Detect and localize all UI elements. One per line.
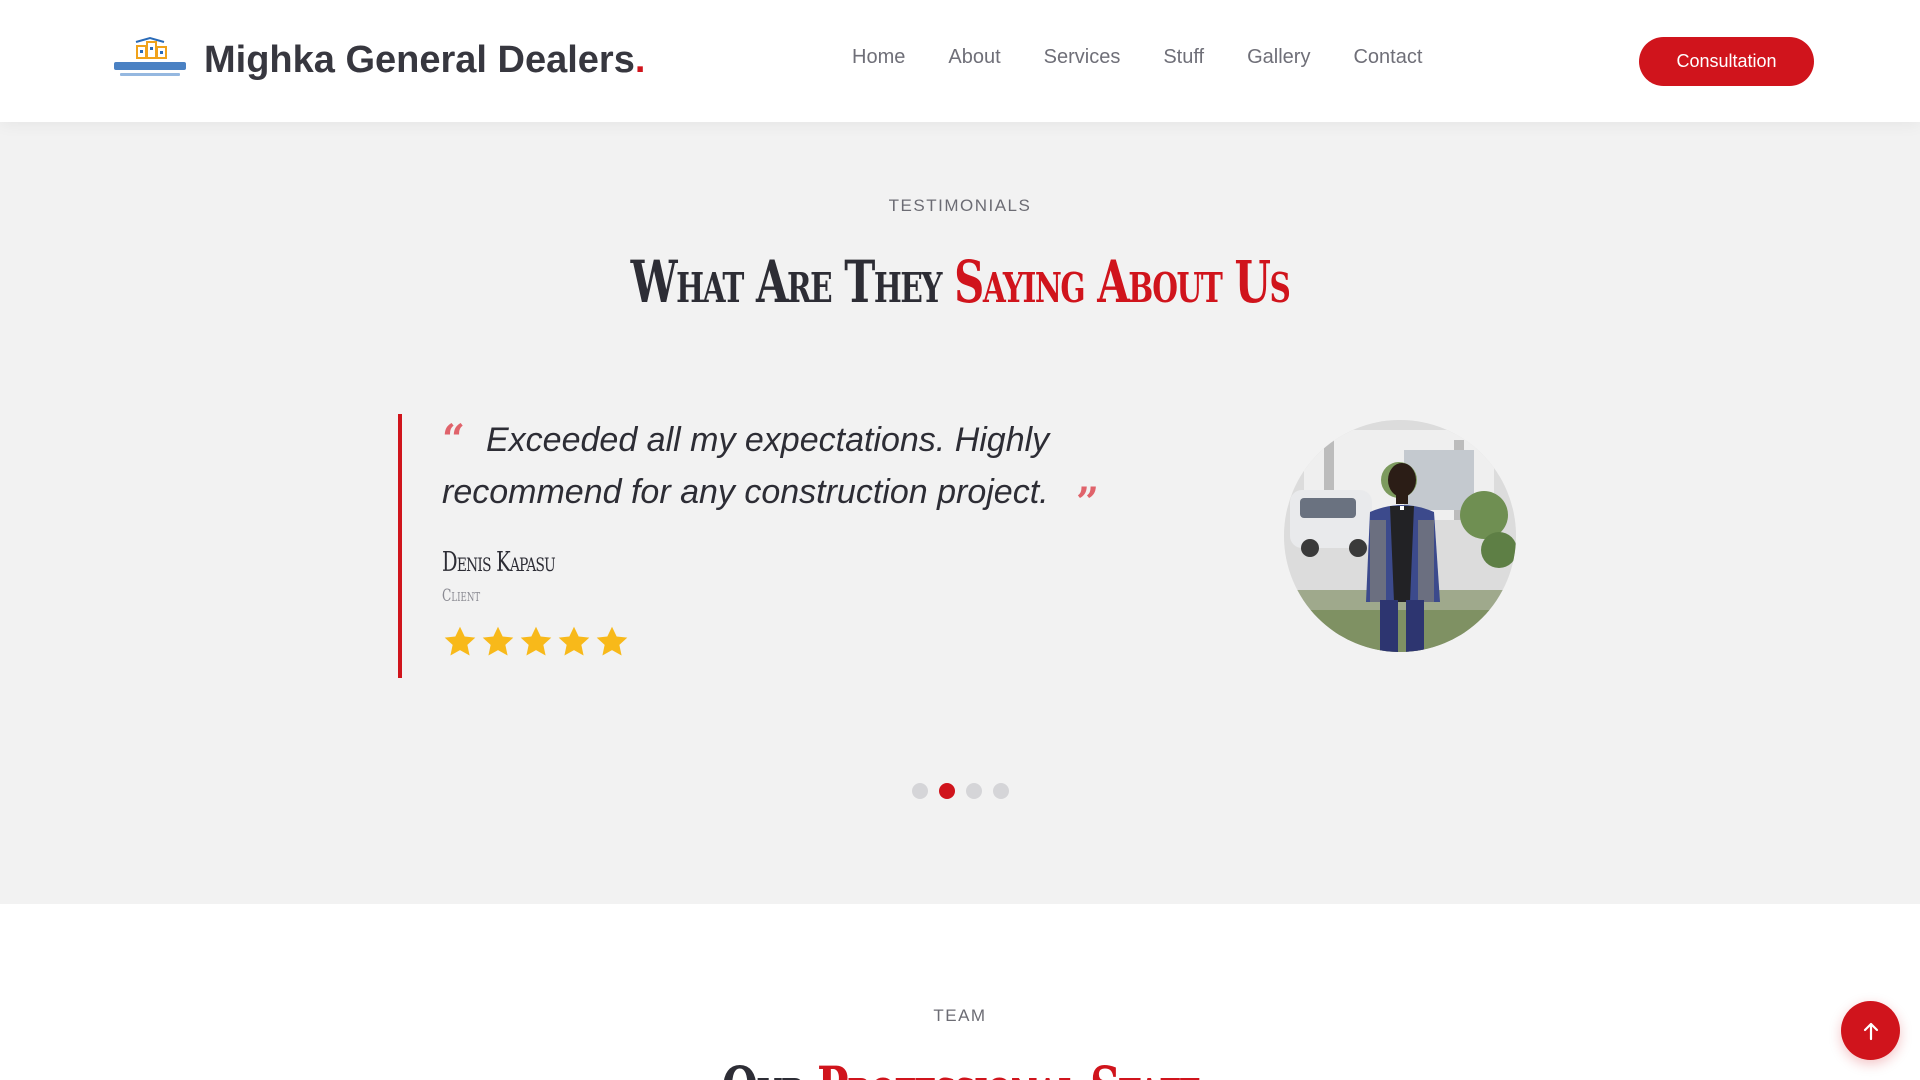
testimonials-section: TESTIMONIALS What Are They Saying About … [0, 122, 1920, 904]
team-section: TEAM Our Professional Staff [0, 904, 1920, 1080]
slider-dot[interactable] [938, 783, 955, 799]
nav-about[interactable]: About [948, 46, 1000, 69]
main-nav: Home About Services Stuff Gallery Contac… [852, 46, 1422, 69]
brand-name: Mighka General Dealers [204, 38, 635, 81]
client-name: Denis Kapasu [442, 547, 556, 578]
nav-services[interactable]: Services [1044, 46, 1121, 69]
slider-dot[interactable] [965, 783, 982, 799]
testimonials-title: What Are They Saying About Us [269, 248, 1651, 316]
star-icon [558, 626, 590, 656]
team-title-accent: Professional Staff [817, 1054, 1200, 1080]
testimonials-title-main: What Are They [630, 248, 955, 316]
star-icon [520, 626, 552, 656]
team-title-main: Our [722, 1054, 817, 1080]
client-photo [1284, 420, 1516, 652]
back-to-top-button[interactable] [1841, 1001, 1900, 1060]
team-title: Our Professional Staff [269, 1054, 1651, 1080]
nav-home[interactable]: Home [852, 46, 905, 69]
client-role: Client [442, 586, 481, 606]
logo-link[interactable]: Mighka General Dealers. [110, 36, 645, 84]
testimonials-eyebrow: TESTIMONIALS [888, 196, 1032, 215]
quote-close-icon: ” [1076, 479, 1100, 526]
slider-dots [0, 783, 1920, 799]
mighka-logo-icon [114, 36, 186, 76]
site-header: Mighka General Dealers. Home About Servi… [0, 0, 1920, 122]
nav-gallery[interactable]: Gallery [1247, 46, 1310, 69]
nav-contact[interactable]: Contact [1353, 46, 1422, 69]
testimonials-title-accent: Saying About Us [954, 248, 1291, 316]
star-icon [444, 626, 476, 656]
star-icon [596, 626, 628, 656]
star-rating [442, 624, 630, 660]
testimonial-quote: Exceeded all my expectations. Highly rec… [442, 421, 1050, 511]
arrow-up-icon [1863, 1022, 1878, 1040]
star-icon [482, 626, 514, 656]
slider-dot[interactable] [992, 783, 1009, 799]
team-eyebrow: TEAM [933, 1006, 987, 1025]
quote-open-icon: “ [442, 416, 466, 463]
client-photo-image [1284, 420, 1516, 652]
testimonial-card: Exceeded all my expectations. Highly rec… [398, 414, 1138, 678]
consultation-button[interactable]: Consultation [1639, 37, 1814, 86]
brand-dot: . [634, 38, 646, 81]
nav-stuff[interactable]: Stuff [1163, 46, 1204, 69]
slider-dot[interactable] [911, 783, 928, 799]
